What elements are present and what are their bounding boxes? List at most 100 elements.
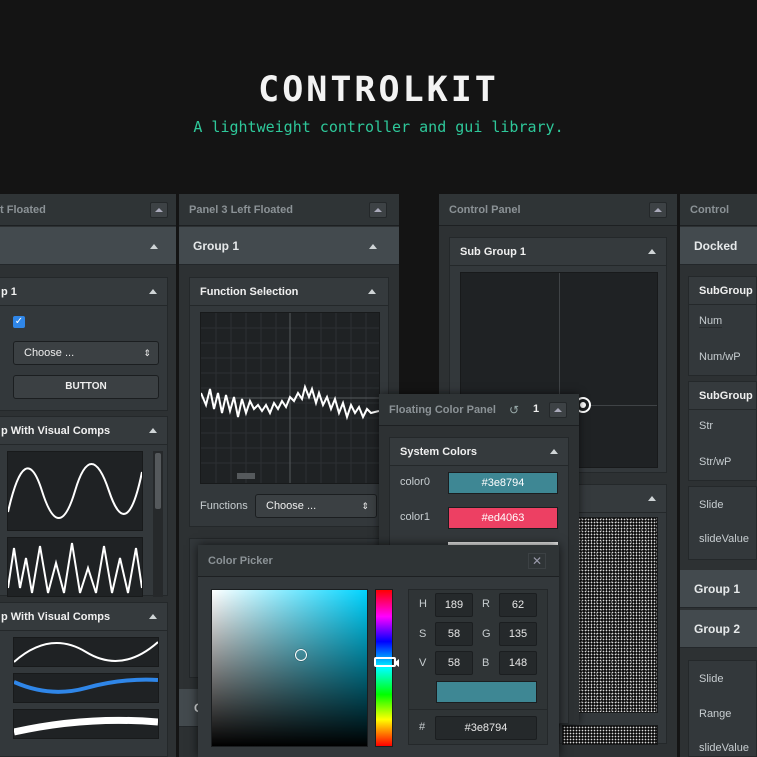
saturation-value-field[interactable] (211, 589, 368, 747)
h-input[interactable]: 189 (435, 593, 473, 617)
color1-label: color1 (400, 511, 430, 523)
b-input[interactable]: 148 (499, 651, 537, 675)
collapse-arrow-icon (150, 244, 158, 249)
strwp-label: Str/wP (699, 456, 732, 468)
close-icon[interactable]: ✕ (528, 553, 546, 569)
subgroup-3-header[interactable]: p With Visual Comps (0, 603, 167, 631)
function-selection-header[interactable]: Function Selection (190, 278, 388, 306)
blue-wave (13, 677, 159, 694)
group-1-title: Group 1 (193, 239, 240, 253)
collapse-arrow-icon (369, 244, 377, 249)
color-picker: Color Picker ✕ H 189 R 62 S 58 G 135 V 5… (198, 545, 559, 757)
subgroup-1-header[interactable]: p 1 (0, 278, 167, 306)
panel-3-collapse-button[interactable] (369, 202, 387, 218)
panel-left-title: t Floated (0, 204, 46, 216)
docked-subgroup-2-header[interactable]: SubGroup (689, 382, 756, 410)
v-label: V (419, 657, 427, 669)
color-preview-swatch (436, 681, 537, 703)
hue-slider[interactable] (374, 589, 396, 747)
panel-left-subgroup-2: p With Visual Comps (0, 416, 168, 597)
color-picker-header[interactable]: Color Picker (198, 545, 559, 577)
wave-graph-2 (13, 673, 159, 703)
docked-group-1-title: Group 1 (694, 582, 741, 596)
subgroup-2-title: p With Visual Comps (1, 425, 111, 437)
frequency-wave (7, 542, 143, 594)
select-value: Choose ... (24, 347, 75, 359)
checkbox[interactable]: ✓ (13, 316, 25, 328)
docked-subgroup-1-title: SubGroup (699, 285, 753, 297)
function-selection-title: Function Selection (200, 286, 299, 298)
button[interactable]: BUTTON (13, 375, 159, 399)
docked-group-1[interactable]: Group 1 (680, 570, 757, 608)
function-plotter[interactable] (200, 312, 380, 484)
docked-group-2-title: Group 2 (694, 622, 741, 636)
b-label: B (482, 657, 490, 669)
sv-cursor[interactable] (295, 649, 307, 661)
h-label: H (419, 598, 427, 610)
panel-left-floated: t Floated p 1 ✓ Choose ... ⇕ BUTTON p Wi… (0, 194, 176, 757)
docked-control-panel: Control Pane Docked Pan SubGroup Num Num… (680, 194, 757, 757)
function-selection-subgroup: Function Selection Functions Choose ... … (189, 277, 389, 527)
control-panel-title: Control Panel (449, 204, 521, 216)
slidevalue-label: slideValue (699, 533, 749, 545)
select-arrows-icon: ⇕ (143, 348, 151, 358)
functions-select[interactable]: Choose ... ⇕ (255, 494, 377, 518)
collapse-arrow-icon (648, 496, 656, 501)
sine-graph (7, 451, 143, 531)
floating-panel-count: 1 (533, 403, 540, 415)
hue-handle[interactable] (374, 657, 396, 667)
wave-graph-3 (13, 709, 159, 739)
wave-graph-1 (13, 637, 159, 667)
docked-subgroup-3: Slide slideValue (688, 486, 757, 560)
subgroup-3-title: p With Visual Comps (1, 611, 111, 623)
color1-value: #ed4063 (481, 512, 525, 524)
white-wave (13, 716, 159, 736)
system-colors-title: System Colors (400, 446, 478, 458)
docked-group[interactable]: Docked Pan (680, 227, 757, 291)
subgroup-1-title: p 1 (1, 286, 17, 298)
panel-left-subgroup-3: p With Visual Comps (0, 602, 168, 757)
panel-left-collapse-button[interactable] (150, 202, 168, 218)
hue-pointer-icon (394, 659, 399, 667)
control-subgroup-1-title: Sub Group 1 (460, 246, 526, 258)
docked-subgroup-2: SubGroup Str Str/wP (688, 381, 757, 481)
sine-wave (7, 463, 143, 519)
slide-label: Slide (699, 499, 724, 511)
docked-group-2[interactable]: Group 2 (680, 610, 757, 648)
system-colors-header[interactable]: System Colors (390, 438, 568, 466)
panel-left-subgroup-1: p 1 ✓ Choose ... ⇕ BUTTON (0, 277, 168, 411)
collapse-arrow-icon (149, 428, 157, 433)
button-label: BUTTON (65, 381, 107, 392)
scrollbar-thumb[interactable] (155, 453, 161, 509)
r-input[interactable]: 62 (499, 593, 537, 617)
docked-panel-header[interactable]: Control Pane (680, 194, 757, 248)
collapse-arrow-icon (149, 614, 157, 619)
control-panel-header[interactable]: Control Panel (439, 194, 677, 226)
panel-3-group-bottom[interactable]: G (179, 689, 203, 727)
numwp-label: Num/wP (699, 351, 741, 363)
slide2-label: Slide (699, 673, 724, 685)
collapse-arrow-icon (368, 289, 376, 294)
panel-3-header[interactable]: Panel 3 Left Floated (179, 194, 399, 226)
select-dropdown[interactable]: Choose ... ⇕ (13, 341, 159, 365)
reset-icon[interactable]: ↺ (509, 402, 525, 418)
scrollbar[interactable] (153, 451, 163, 597)
floating-panel-collapse-button[interactable] (549, 402, 567, 418)
g-input[interactable]: 135 (499, 622, 537, 646)
subgroup-2-header[interactable]: p With Visual Comps (0, 417, 167, 445)
docked-subgroup-1-header[interactable]: SubGroup (689, 277, 756, 305)
app-title: CONTROLKIT (258, 70, 499, 110)
s-input[interactable]: 58 (435, 622, 473, 646)
control-panel-collapse-button[interactable] (649, 202, 667, 218)
hash-label: # (419, 721, 426, 733)
hex-input[interactable]: #3e8794 (435, 716, 537, 740)
r-label: R (482, 598, 490, 610)
v-input[interactable]: 58 (435, 651, 473, 675)
collapse-arrow-icon (550, 449, 558, 454)
control-subgroup-1-header[interactable]: Sub Group 1 (450, 238, 666, 266)
color1-swatch[interactable]: #ed4063 (448, 507, 558, 529)
color0-swatch[interactable]: #3e8794 (448, 472, 558, 494)
str-label: Str (699, 420, 714, 432)
collapse-arrow-icon (648, 249, 656, 254)
panel-3-group-1[interactable]: Group 1 (179, 227, 399, 265)
